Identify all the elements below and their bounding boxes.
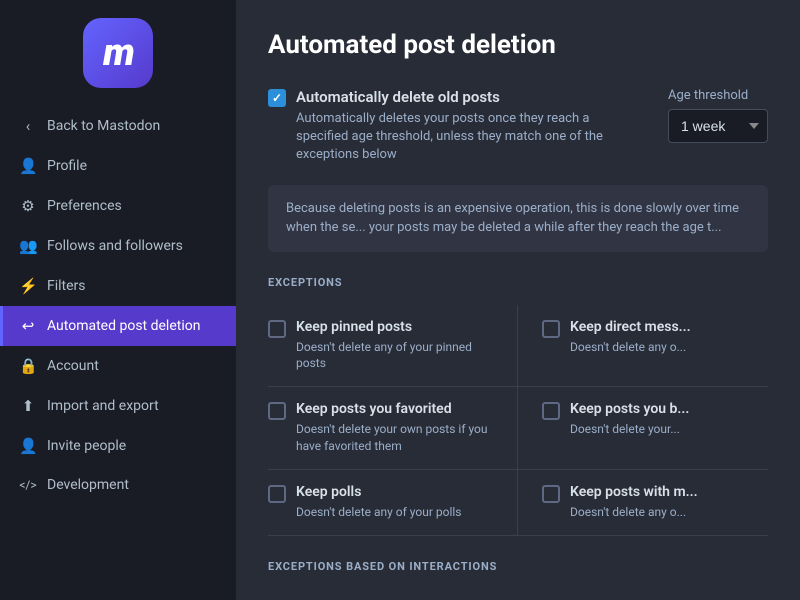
sidebar-item-profile-label: Profile xyxy=(47,158,87,174)
exception-favorited-checkbox[interactable] xyxy=(268,402,286,420)
sidebar-navigation: ‹ Back to Mastodon 👤 Profile ⚙ Preferenc… xyxy=(0,102,236,600)
exception-direct-label: Keep direct mess... xyxy=(570,319,691,335)
sidebar-item-follows-label: Follows and followers xyxy=(47,238,183,254)
exception-favorited-text: Keep posts you favorited Doesn't delete … xyxy=(296,401,493,455)
age-threshold-select[interactable]: 1 day 1 week 2 weeks 1 month 3 months 6 … xyxy=(668,109,768,143)
mastodon-logo: m xyxy=(83,18,153,88)
logo-area: m xyxy=(0,0,236,102)
exception-direct-checkbox[interactable] xyxy=(542,320,560,338)
auto-delete-description: Automatically deletes your posts once th… xyxy=(296,110,628,165)
exception-favorited-desc: Doesn't delete your own posts if you hav… xyxy=(296,421,493,455)
auto-delete-section: Automatically delete old posts Automatic… xyxy=(268,88,768,165)
people-icon: 👥 xyxy=(19,237,37,255)
exception-pinned-desc: Doesn't delete any of your pinned posts xyxy=(296,339,493,373)
sidebar-item-import-export[interactable]: ⬆ Import and export xyxy=(0,386,236,426)
exception-polls-checkbox[interactable] xyxy=(268,485,286,503)
logo-letter: m xyxy=(103,31,133,75)
sidebar-item-account-label: Account xyxy=(47,358,99,374)
auto-delete-option: Automatically delete old posts Automatic… xyxy=(268,88,628,165)
back-icon: ‹ xyxy=(19,117,37,135)
exception-direct-desc: Doesn't delete any o... xyxy=(570,339,691,356)
page-title: Automated post deletion xyxy=(268,30,768,60)
exception-polls-label: Keep polls xyxy=(296,484,461,500)
exception-pinned-label: Keep pinned posts xyxy=(296,319,493,335)
interactions-label: EXCEPTIONS BASED ON INTERACTIONS xyxy=(268,560,768,573)
sidebar-item-back[interactable]: ‹ Back to Mastodon xyxy=(0,106,236,146)
sidebar-item-development[interactable]: </> Development xyxy=(0,466,236,504)
exceptions-grid: Keep pinned posts Doesn't delete any of … xyxy=(268,305,768,536)
info-message: Because deleting posts is an expensive o… xyxy=(268,185,768,252)
auto-delete-icon: ↩ xyxy=(19,317,37,335)
exception-favorited-label: Keep posts you favorited xyxy=(296,401,493,417)
exception-media-checkbox[interactable] xyxy=(542,485,560,503)
exception-pinned-checkbox[interactable] xyxy=(268,320,286,338)
auto-delete-text: Automatically delete old posts Automatic… xyxy=(296,88,628,165)
sidebar-item-account[interactable]: 🔒 Account xyxy=(0,346,236,386)
exception-boosted-text: Keep posts you b... Doesn't delete your.… xyxy=(570,401,689,438)
sidebar-item-invite[interactable]: 👤 Invite people xyxy=(0,426,236,466)
sidebar-item-profile[interactable]: 👤 Profile xyxy=(0,146,236,186)
exception-media: Keep posts with m... Doesn't delete any … xyxy=(518,470,768,536)
exception-boosted-label: Keep posts you b... xyxy=(570,401,689,417)
info-message-text: Because deleting posts is an expensive o… xyxy=(286,201,739,236)
exception-media-text: Keep posts with m... Doesn't delete any … xyxy=(570,484,698,521)
sidebar-item-follows[interactable]: 👥 Follows and followers xyxy=(0,226,236,266)
exception-direct: Keep direct mess... Doesn't delete any o… xyxy=(518,305,768,388)
exception-polls-text: Keep polls Doesn't delete any of your po… xyxy=(296,484,461,521)
exception-media-desc: Doesn't delete any o... xyxy=(570,504,698,521)
sidebar-item-filters-label: Filters xyxy=(47,278,86,294)
invite-icon: 👤 xyxy=(19,437,37,455)
exception-favorited: Keep posts you favorited Doesn't delete … xyxy=(268,387,518,470)
exceptions-label: EXCEPTIONS xyxy=(268,276,768,289)
person-icon: 👤 xyxy=(19,157,37,175)
sidebar-item-preferences[interactable]: ⚙ Preferences xyxy=(0,186,236,226)
sidebar: m ‹ Back to Mastodon 👤 Profile ⚙ Prefere… xyxy=(0,0,236,600)
lock-icon: 🔒 xyxy=(19,357,37,375)
sidebar-item-auto-delete-label: Automated post deletion xyxy=(47,318,200,334)
sidebar-item-auto-delete[interactable]: ↩ Automated post deletion xyxy=(0,306,236,346)
exception-pinned: Keep pinned posts Doesn't delete any of … xyxy=(268,305,518,388)
sidebar-item-back-label: Back to Mastodon xyxy=(47,118,160,134)
exception-boosted-checkbox[interactable] xyxy=(542,402,560,420)
gear-icon: ⚙ xyxy=(19,197,37,215)
import-export-icon: ⬆ xyxy=(19,397,37,415)
auto-delete-label: Automatically delete old posts xyxy=(296,88,628,106)
age-threshold-section: Age threshold 1 day 1 week 2 weeks 1 mon… xyxy=(668,88,768,143)
exception-media-label: Keep posts with m... xyxy=(570,484,698,500)
exception-polls-desc: Doesn't delete any of your polls xyxy=(296,504,461,521)
exception-polls: Keep polls Doesn't delete any of your po… xyxy=(268,470,518,536)
sidebar-item-invite-label: Invite people xyxy=(47,438,126,454)
main-content: Automated post deletion Automatically de… xyxy=(236,0,800,600)
filter-icon: ⚡ xyxy=(19,277,37,295)
exception-direct-text: Keep direct mess... Doesn't delete any o… xyxy=(570,319,691,356)
exception-pinned-text: Keep pinned posts Doesn't delete any of … xyxy=(296,319,493,373)
auto-delete-checkbox[interactable] xyxy=(268,89,286,107)
exception-boosted: Keep posts you b... Doesn't delete your.… xyxy=(518,387,768,470)
sidebar-item-filters[interactable]: ⚡ Filters xyxy=(0,266,236,306)
age-threshold-label: Age threshold xyxy=(668,88,768,103)
sidebar-item-development-label: Development xyxy=(47,477,129,493)
sidebar-item-preferences-label: Preferences xyxy=(47,198,122,214)
sidebar-item-import-export-label: Import and export xyxy=(47,398,159,414)
exception-boosted-desc: Doesn't delete your... xyxy=(570,421,689,438)
code-icon: </> xyxy=(19,478,37,492)
